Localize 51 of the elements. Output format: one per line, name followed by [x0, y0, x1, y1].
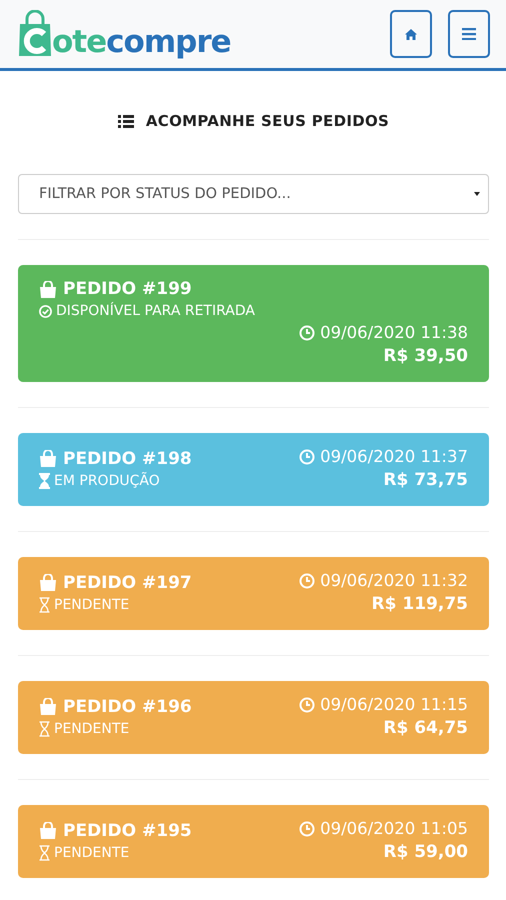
hourglass-icon	[39, 596, 50, 612]
order-date: 09/06/2020 11:38	[320, 323, 468, 342]
order-card[interactable]: PEDIDO #198 EM PRODUÇÃO 09/06/2020 11:37 R$ 73,75	[18, 433, 489, 506]
order-price: R$ 59,00	[383, 842, 468, 862]
order-date: 09/06/2020 11:37	[320, 447, 468, 466]
check-circle-icon	[39, 304, 52, 318]
clock-icon	[299, 572, 316, 588]
shopping-bag-icon	[39, 822, 57, 839]
shopping-bag-icon	[39, 698, 57, 715]
order-card[interactable]: PEDIDO #195 PENDENTE 09/06/2020 11:05 R$ 59,00	[18, 805, 489, 878]
shopping-bag-icon	[39, 280, 57, 298]
order-number: PEDIDO #199	[63, 279, 192, 299]
shopping-bag-icon	[39, 450, 57, 467]
menu-icon	[462, 28, 476, 40]
order-status: PENDENTE	[54, 844, 130, 860]
order-status: PENDENTE	[54, 596, 130, 612]
order-date: 09/06/2020 11:05	[320, 819, 468, 838]
status-filter-select[interactable]: FILTRAR POR STATUS DO PEDIDO...	[18, 174, 489, 214]
clock-icon	[299, 696, 316, 712]
order-status: PENDENTE	[54, 720, 130, 736]
order-status: DISPONÍVEL PARA RETIRADA	[56, 303, 255, 319]
logo-text: ote	[52, 27, 106, 58]
order-number: PEDIDO #195	[63, 820, 192, 840]
hourglass-icon	[39, 720, 50, 736]
order-card[interactable]: PEDIDO #197 PENDENTE 09/06/2020 11:32 R$ 119,75	[18, 557, 489, 630]
order-date: 09/06/2020 11:32	[320, 571, 468, 590]
list-icon	[118, 114, 134, 128]
order-price: R$ 73,75	[383, 470, 468, 490]
order-price: R$ 39,50	[383, 346, 468, 366]
clock-icon	[299, 448, 316, 464]
home-icon	[405, 28, 417, 40]
shopping-bag-logo-icon	[18, 10, 52, 58]
shopping-bag-icon	[39, 574, 57, 591]
hourglass-icon	[39, 844, 50, 860]
caret-icon	[474, 192, 480, 196]
order-number: PEDIDO #197	[63, 572, 192, 592]
order-card[interactable]: PEDIDO #199 DISPONÍVEL PARA RETIRADA 09/06/2020 11:38 R$ 39,50	[18, 265, 489, 382]
hourglass-icon	[39, 472, 50, 488]
home-button[interactable]	[390, 10, 432, 58]
logo-text: compre	[106, 27, 231, 58]
page-title: ACOMPANHE SEUS PEDIDOS	[146, 112, 390, 130]
order-price: R$ 64,75	[383, 718, 468, 738]
menu-button[interactable]	[448, 10, 490, 58]
order-card[interactable]: PEDIDO #196 PENDENTE 09/06/2020 11:15 R$ 64,75	[18, 681, 489, 754]
order-number: PEDIDO #198	[63, 448, 192, 468]
order-date: 09/06/2020 11:15	[320, 695, 468, 714]
order-number: PEDIDO #196	[63, 696, 192, 716]
order-price: R$ 119,75	[372, 594, 468, 614]
clock-icon	[299, 324, 316, 340]
clock-icon	[299, 820, 316, 836]
order-status: EM PRODUÇÃO	[54, 472, 160, 488]
